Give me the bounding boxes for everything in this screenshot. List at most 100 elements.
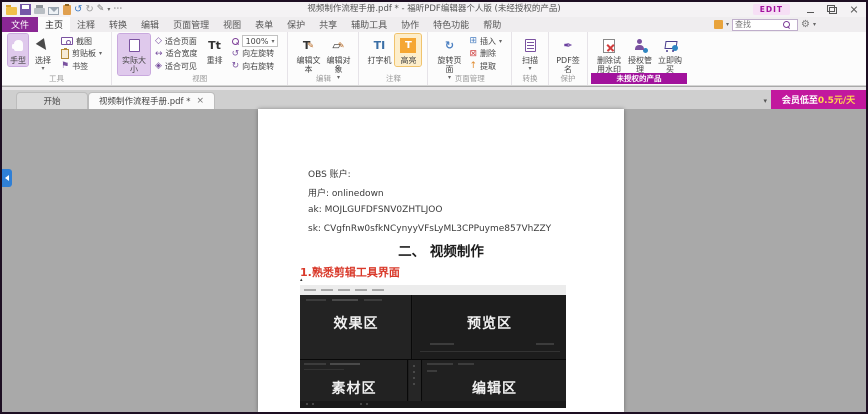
reflow-icon: Tt [208,39,221,52]
typewriter-button[interactable]: TI 打字机 [365,34,393,66]
snapshot-button[interactable]: 截图 [59,35,104,48]
bookmark-button[interactable]: ⚑ 书签 [59,60,104,73]
hand-tool-button[interactable]: 手型 [7,32,29,68]
scan-icon [524,39,536,52]
doc-tab-active[interactable]: 视频制作流程手册.pdf * × [88,92,215,109]
remove-trial-watermark-button[interactable]: 删除试用水印 [594,34,624,75]
gear-icon[interactable]: ⚙ [801,19,810,31]
doc-tab-close-icon[interactable]: × [196,96,204,106]
decoration-bar [364,299,382,301]
license-manage-button[interactable]: 授权管理 [626,34,654,75]
decoration-bar [304,289,316,291]
clipboard-icon [61,47,69,59]
ribbon-tab-row: 文件 主页 注释 转换 编辑 页面管理 视图 表单 保护 共享 辅助工具 协作 … [2,17,866,32]
zoom-control: 100% ▾ [230,35,281,48]
qat-dropdown-caret-icon[interactable]: ▾ [107,6,110,13]
restore-button[interactable] [822,3,842,16]
tab-form[interactable]: 表单 [248,17,280,32]
save-icon[interactable] [20,4,31,15]
camera-icon [61,37,73,46]
signature-icon[interactable]: ✎ [97,4,105,15]
tab-accessibility[interactable]: 辅助工具 [344,17,394,32]
tab-list-caret-icon[interactable]: ▾ [763,97,767,105]
select-caret-icon: ▾ [41,65,45,73]
decoration-dot [312,403,314,405]
ribbon-group-view: 实际大小 ◇ 适合页面 ↔ 适合宽度 ◈ 适合可见 Tt 重排 100% ▾ ↺… [112,32,289,85]
quick-access-toolbar: ↺ ↻ ✎ ▾ ⋯ [2,3,123,15]
tab-protect[interactable]: 保护 [280,17,312,32]
window-title: 视频制作流程手册.pdf * - 福昕PDF编辑器个人版 (未经授权的产品) [307,4,561,14]
rotate-left-button[interactable]: ↺ 向左旋转 [230,48,281,61]
tab-home[interactable]: 主页 [38,17,71,32]
search-box[interactable] [732,18,799,31]
title-bar: ↺ ↻ ✎ ▾ ⋯ 视频制作流程手册.pdf * - 福昕PDF编辑器个人版 (… [2,2,866,17]
quick-tool-caret-icon[interactable]: ▾ [726,21,729,28]
ribbon-group-edit: T ✎ 编辑文本 ▱ ✎ 编辑对象 ▾ 编辑 [288,32,360,85]
decoration-bar [430,343,454,345]
screenshot-label: 素材区 [331,381,377,397]
edit-text-button[interactable]: T ✎ 编辑文本 [294,34,322,75]
highlight-button[interactable]: T 高亮 [394,32,423,68]
clipboard-button[interactable]: 剪贴板 ▾ [59,47,104,61]
tool-strip [409,360,422,401]
pencil-icon: ✎ [337,41,345,50]
tab-edit[interactable]: 编辑 [134,17,166,32]
fit-visible-button[interactable]: ◈ 适合可见 [153,60,200,73]
doc-subheading: 1.熟悉剪辑工具界面 [300,266,400,279]
screenshot-label: 预览区 [467,316,512,332]
tab-share[interactable]: 共享 [312,17,344,32]
ribbon: 手型 选择 ▾ 截图 剪贴板 ▾ ⚑ 书签 工具 实际大小 ◇ 适合页面 ↔ 适… [2,32,866,86]
doc-tab-start[interactable]: 开始 [16,92,88,109]
gear-caret-icon[interactable]: ▾ [813,21,816,28]
tab-features[interactable]: 特色功能 [426,17,476,32]
delete-pages-button[interactable]: ⊠ 删除 [467,48,504,61]
undo-icon[interactable]: ↺ [74,4,82,15]
buy-now-button[interactable]: 立即购买 [656,34,684,75]
tabrow-right-tools: ▾ ⚙ ▾ [714,18,816,31]
tab-view[interactable]: 视图 [216,17,248,32]
ribbon-group-comment: TI 打字机 T 高亮 注释 [359,32,429,85]
minimize-button[interactable] [800,3,820,16]
search-input[interactable] [735,20,784,29]
navigation-panel-toggle[interactable] [2,169,12,187]
decoration-dot [413,365,415,367]
search-icon[interactable] [783,21,791,28]
select-tool-button[interactable]: 选择 ▾ [30,34,56,73]
pdf-page: OBS 账户: 用户: onlinedown ak: MOJLGUFDFSNV0… [258,109,624,412]
close-button[interactable] [844,3,864,16]
decoration-dot [413,371,415,373]
decoration-dot [306,403,308,405]
actual-size-button[interactable]: 实际大小 [117,32,152,77]
more-commands-icon[interactable]: ⋯ [113,4,123,15]
open-folder-icon[interactable] [6,4,17,15]
fit-page-button[interactable]: ◇ 适合页面 [153,35,200,48]
tab-organize[interactable]: 页面管理 [166,17,216,32]
insert-pages-icon: ⊞ [469,36,477,47]
zoom-combobox[interactable]: 100% ▾ [241,35,279,48]
redo-icon[interactable]: ↻ [85,4,93,15]
insert-pages-button[interactable]: ⊞ 插入 ▾ [467,35,504,48]
decoration-bar [420,351,560,352]
membership-promo-banner[interactable]: 会员低至 0.5元/天 [771,90,866,109]
scan-caret-icon: ▾ [528,65,532,73]
quick-tool-icon[interactable] [714,20,723,29]
tab-collaborate[interactable]: 协作 [394,17,426,32]
rotate-right-button[interactable]: ↻ 向右旋转 [230,60,281,73]
scan-button[interactable]: 扫描 ▾ [518,34,542,73]
tab-comment[interactable]: 注释 [70,17,102,32]
fit-width-button[interactable]: ↔ 适合宽度 [153,48,200,61]
tab-file[interactable]: 文件 [2,17,38,32]
tab-help[interactable]: 帮助 [476,17,508,32]
zoom-caret-icon: ▾ [271,37,275,45]
extract-pages-icon: ↑ [469,61,477,72]
tab-convert[interactable]: 转换 [102,17,134,32]
email-icon[interactable] [48,6,59,15]
reflow-button[interactable]: Tt 重排 [203,34,227,66]
screenshot-label: 效果区 [333,316,379,332]
decoration-dot [366,403,368,405]
decoration-bar [427,370,437,372]
print-icon[interactable] [34,5,45,14]
extract-pages-button[interactable]: ↑ 提取 [467,60,504,73]
pdf-sign-button[interactable]: ✒ PDF签名 [555,34,581,75]
paste-icon[interactable] [63,3,71,15]
